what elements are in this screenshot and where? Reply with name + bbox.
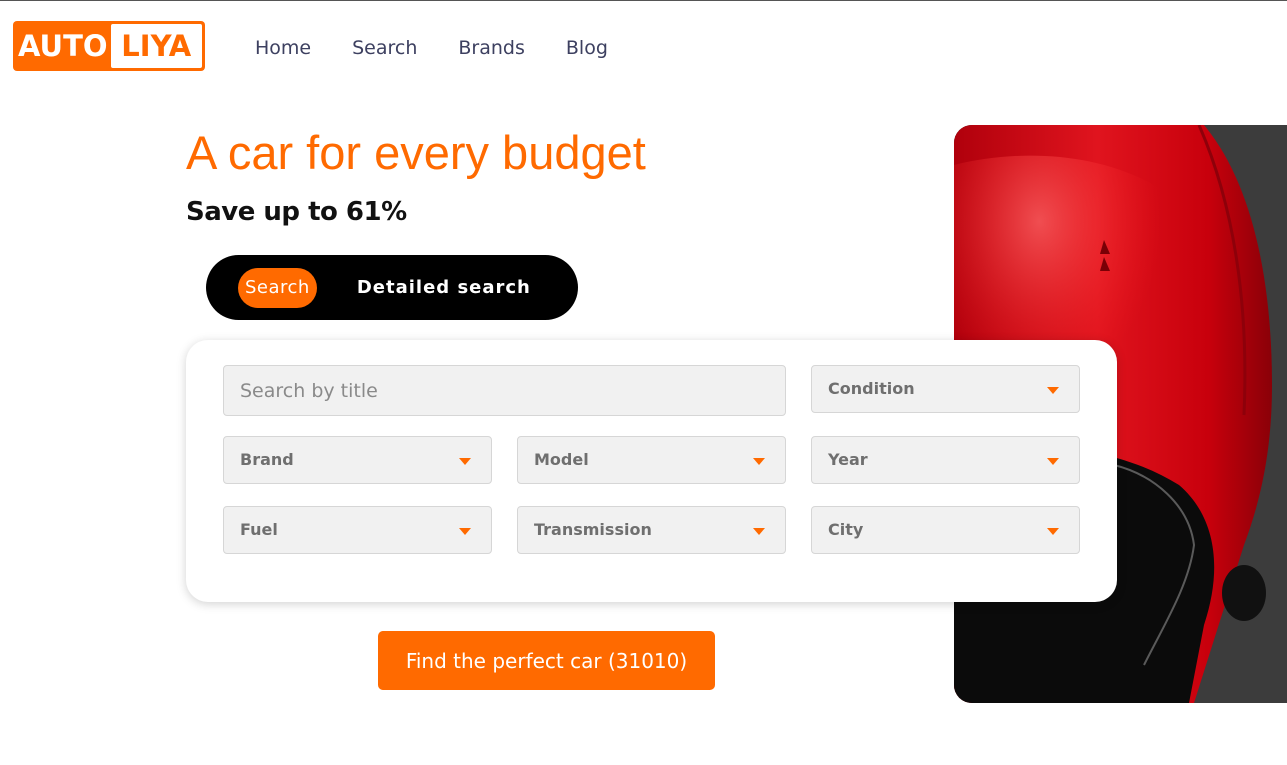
chevron-down-icon (1047, 387, 1059, 394)
chevron-down-icon (1047, 458, 1059, 465)
find-car-button[interactable]: Find the perfect car (31010) (378, 631, 715, 690)
model-label: Model (534, 450, 589, 469)
logo-text-left: AUTO (18, 28, 108, 63)
model-select[interactable]: Model (517, 436, 786, 484)
chevron-down-icon (753, 528, 765, 535)
main-nav: Home Search Brands Blog (255, 35, 649, 61)
nav-home[interactable]: Home (255, 35, 311, 61)
brand-select[interactable]: Brand (223, 436, 492, 484)
brand-label: Brand (240, 450, 294, 469)
chevron-down-icon (459, 458, 471, 465)
nav-search[interactable]: Search (352, 35, 417, 61)
year-label: Year (828, 450, 868, 469)
chevron-down-icon (753, 458, 765, 465)
chevron-down-icon (459, 528, 471, 535)
search-card: Condition Brand Model Year Fuel Transmis… (186, 340, 1117, 602)
chevron-down-icon (1047, 528, 1059, 535)
condition-label: Condition (828, 379, 915, 398)
hero-subtitle: Save up to 61% (186, 197, 407, 227)
search-mode-tabs: Search Detailed search (206, 255, 578, 320)
logo-text-right: LIYA (110, 24, 202, 68)
transmission-select[interactable]: Transmission (517, 506, 786, 554)
year-select[interactable]: Year (811, 436, 1080, 484)
search-title-input[interactable] (223, 365, 786, 416)
nav-blog[interactable]: Blog (566, 35, 608, 61)
nav-brands[interactable]: Brands (458, 35, 525, 61)
transmission-label: Transmission (534, 520, 652, 539)
tab-detailed-search[interactable]: Detailed search (357, 268, 531, 308)
tab-search[interactable]: Search (238, 267, 317, 308)
fuel-label: Fuel (240, 520, 278, 539)
logo[interactable]: AUTO LIYA (13, 21, 205, 71)
city-select[interactable]: City (811, 506, 1080, 554)
condition-select[interactable]: Condition (811, 365, 1080, 413)
hero-title: A car for every budget (186, 126, 646, 179)
city-label: City (828, 520, 864, 539)
fuel-select[interactable]: Fuel (223, 506, 492, 554)
